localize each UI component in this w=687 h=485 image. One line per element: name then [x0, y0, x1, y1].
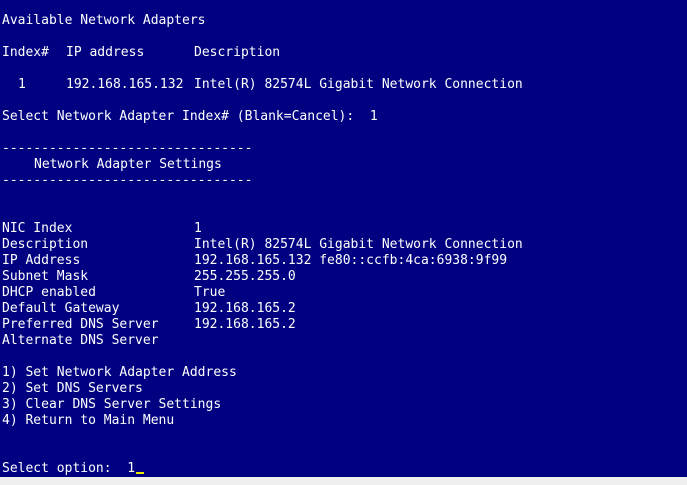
option-select-input[interactable]: 1: [127, 461, 135, 476]
menu-option-set-dns: 2) Set DNS Servers: [2, 381, 143, 396]
setting-label: Preferred DNS Server: [2, 317, 159, 332]
setting-dhcp-enabled: DHCP enabled True: [0, 285, 687, 301]
setting-preferred-dns: Preferred DNS Server 192.168.165.2: [0, 317, 687, 333]
option-select-prompt-label: Select option:: [2, 461, 112, 476]
setting-label: IP Address: [2, 253, 81, 268]
adapter-select-prompt-label: Select Network Adapter Index# (Blank=Can…: [2, 109, 355, 124]
setting-label: DHCP enabled: [2, 285, 96, 300]
adapters-table-header: Index# IP address Description: [0, 45, 687, 61]
setting-value: True: [194, 285, 226, 300]
setting-value: 192.168.165.2: [194, 317, 296, 332]
setting-value: 192.168.165.2: [194, 301, 296, 316]
setting-subnet-mask: Subnet Mask 255.255.255.0: [0, 269, 687, 285]
setting-value: Intel(R) 82574L Gigabit Network Connecti…: [194, 237, 523, 252]
column-index: Index#: [2, 45, 49, 60]
setting-label: NIC Index: [2, 221, 73, 236]
divider-top: --------------------------------: [2, 141, 253, 156]
setting-label: Description: [2, 237, 89, 252]
setting-description: Description Intel(R) 82574L Gigabit Netw…: [0, 237, 687, 253]
setting-value: 192.168.165.132 fe80::ccfb:4ca:6938:9f99: [194, 253, 508, 268]
option-select-prompt[interactable]: Select option: 1: [0, 461, 687, 477]
menu-option-set-address: 1) Set Network Adapter Address: [2, 365, 237, 380]
adapters-title: Available Network Adapters: [2, 13, 206, 28]
menu-option-return: 4) Return to Main Menu: [2, 413, 175, 428]
setting-nic-index: NIC Index 1: [0, 221, 687, 237]
adapter-select-prompt[interactable]: Select Network Adapter Index# (Blank=Can…: [0, 109, 687, 125]
table-row: 1 192.168.165.132 Intel(R) 82574L Gigabi…: [0, 77, 687, 93]
setting-default-gateway: Default Gateway 192.168.165.2: [0, 301, 687, 317]
text-cursor: [136, 472, 145, 474]
column-ip-address: IP address: [66, 45, 145, 60]
row-description: Intel(R) 82574L Gigabit Network Connecti…: [194, 77, 523, 92]
setting-value: 1: [194, 221, 202, 236]
adapter-select-input[interactable]: 1: [370, 109, 378, 124]
menu-option-clear-dns: 3) Clear DNS Server Settings: [2, 397, 222, 412]
settings-title: Network Adapter Settings: [34, 157, 222, 172]
setting-label: Default Gateway: [2, 301, 120, 316]
console-window[interactable]: Available Network Adapters Index# IP add…: [0, 0, 687, 477]
setting-alternate-dns: Alternate DNS Server: [0, 333, 687, 349]
setting-label: Alternate DNS Server: [2, 333, 159, 348]
column-description: Description: [194, 45, 281, 60]
setting-label: Subnet Mask: [2, 269, 89, 284]
divider-bottom: --------------------------------: [2, 173, 253, 188]
row-ip-address: 192.168.165.132: [66, 77, 184, 92]
row-index: 1: [18, 77, 26, 92]
setting-ip-address: IP Address 192.168.165.132 fe80::ccfb:4c…: [0, 253, 687, 269]
setting-value: 255.255.255.0: [194, 269, 296, 284]
window-bottom-edge: [0, 477, 687, 485]
